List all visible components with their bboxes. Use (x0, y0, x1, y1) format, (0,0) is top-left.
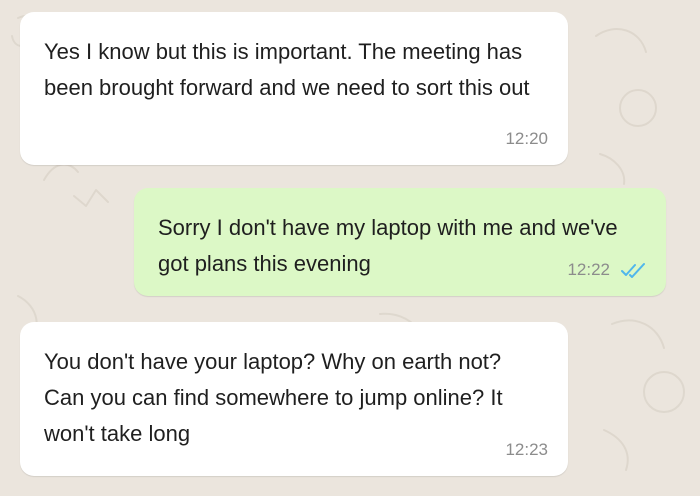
message-meta: 12:23 (505, 440, 548, 460)
message-text: You don't have your laptop? Why on earth… (44, 349, 503, 446)
outgoing-message[interactable]: Sorry I don't have my laptop with me and… (134, 188, 666, 296)
message-meta: 12:22 (567, 260, 646, 280)
message-time: 12:23 (505, 440, 548, 459)
chat-thread: Yes I know but this is important. The me… (0, 0, 700, 496)
message-text: Yes I know but this is important. The me… (44, 39, 530, 100)
message-time: 12:20 (505, 129, 548, 148)
incoming-message[interactable]: You don't have your laptop? Why on earth… (20, 322, 568, 476)
double-check-icon (620, 262, 646, 278)
message-meta: 12:20 (505, 129, 548, 149)
incoming-message[interactable]: Yes I know but this is important. The me… (20, 12, 568, 165)
message-time: 12:22 (567, 260, 610, 279)
